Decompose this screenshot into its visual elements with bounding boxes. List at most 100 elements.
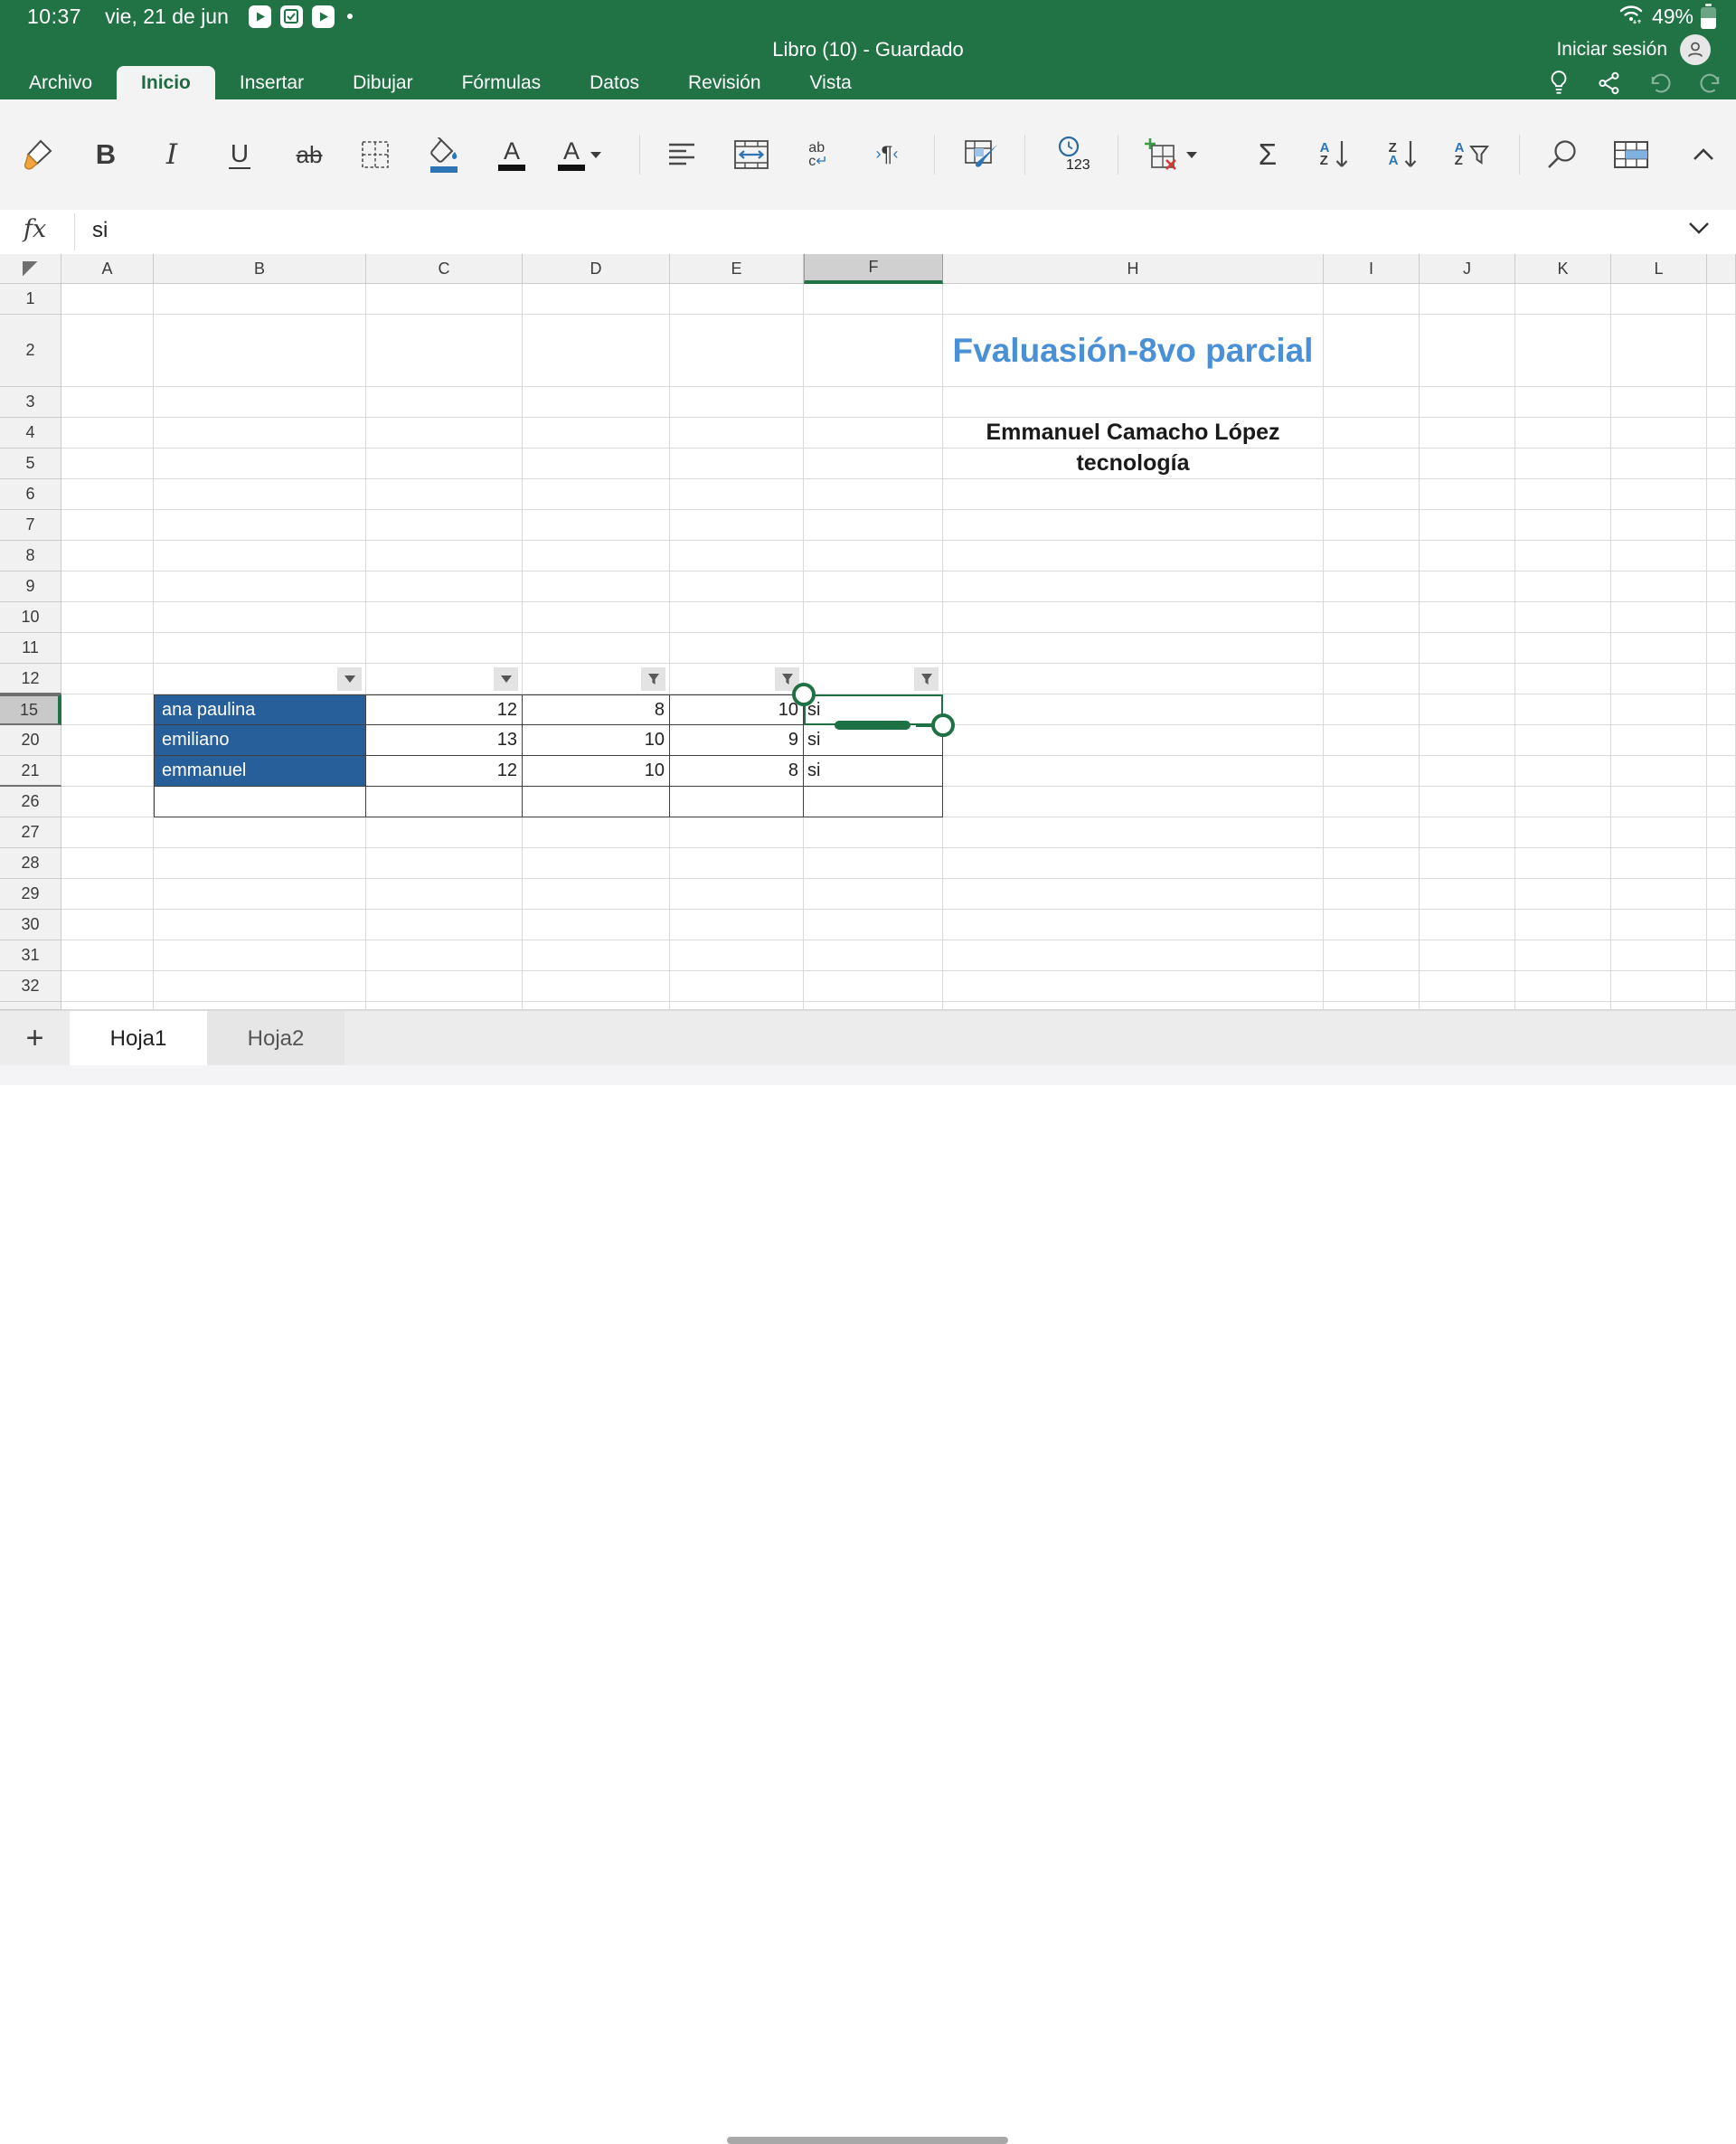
cell-H27[interactable] (943, 817, 1324, 848)
cell-B11[interactable] (154, 633, 366, 664)
filter-button-B[interactable] (337, 667, 362, 691)
cell-K27[interactable] (1515, 817, 1611, 848)
share-icon[interactable] (1584, 66, 1635, 99)
cell-A8[interactable] (61, 541, 154, 571)
cell-C15[interactable]: 12 (366, 694, 523, 725)
row-header-10[interactable]: 10 (0, 602, 61, 633)
cell-L29[interactable] (1611, 879, 1707, 910)
cell-B28[interactable] (154, 848, 366, 879)
cell-edge12[interactable] (1707, 664, 1736, 694)
cell-E27[interactable] (670, 817, 804, 848)
filter-button-C[interactable] (494, 667, 518, 691)
cell-B9[interactable] (154, 571, 366, 602)
sort-descending-button[interactable]: ZA (1378, 121, 1429, 188)
tab-revision[interactable]: Revisión (664, 66, 786, 99)
cell-F4[interactable] (804, 418, 943, 449)
cell-L1[interactable] (1611, 284, 1707, 315)
cell-C11[interactable] (366, 633, 523, 664)
cell-F8[interactable] (804, 541, 943, 571)
col-header-L[interactable]: L (1611, 254, 1707, 284)
cell-L9[interactable] (1611, 571, 1707, 602)
cell-B4[interactable] (154, 418, 366, 449)
cell-F6[interactable] (804, 479, 943, 510)
cell-K11[interactable] (1515, 633, 1611, 664)
cell-D21[interactable]: 10 (523, 756, 670, 787)
cell-J12[interactable] (1420, 664, 1515, 694)
row-header-7[interactable]: 7 (0, 510, 61, 541)
cell-L20[interactable] (1611, 725, 1707, 756)
row-header-15[interactable]: 15 (0, 694, 61, 725)
cell-D8[interactable] (523, 541, 670, 571)
cell-K2[interactable] (1515, 315, 1611, 387)
cell-J20[interactable] (1420, 725, 1515, 756)
cell-A31[interactable] (61, 940, 154, 971)
cell-E28[interactable] (670, 848, 804, 879)
cell-edge1[interactable] (1707, 284, 1736, 315)
cell-I9[interactable] (1324, 571, 1420, 602)
cell-F30[interactable] (804, 910, 943, 940)
cell-L27[interactable] (1611, 817, 1707, 848)
tab-insertar[interactable]: Insertar (215, 66, 328, 99)
row-header-9[interactable]: 9 (0, 571, 61, 602)
row-header-2[interactable]: 2 (0, 315, 61, 387)
cell-J7[interactable] (1420, 510, 1515, 541)
cell-B6[interactable] (154, 479, 366, 510)
cell-edge4[interactable] (1707, 418, 1736, 449)
cell-A27[interactable] (61, 817, 154, 848)
cell-J28[interactable] (1420, 848, 1515, 879)
cell-J2[interactable] (1420, 315, 1515, 387)
cell-H8[interactable] (943, 541, 1324, 571)
cell-K15[interactable] (1515, 694, 1611, 725)
cell-F11[interactable] (804, 633, 943, 664)
cell-edge32[interactable] (1707, 971, 1736, 1002)
strikethrough-button[interactable]: ab (284, 121, 335, 188)
cell-E32[interactable] (670, 971, 804, 1002)
cell-D2[interactable] (523, 315, 670, 387)
cell-F3[interactable] (804, 387, 943, 418)
cell-B31[interactable] (154, 940, 366, 971)
row-header-31[interactable]: 31 (0, 940, 61, 971)
ideas-lightbulb-icon[interactable] (1533, 66, 1584, 99)
cell-D9[interactable] (523, 571, 670, 602)
cell-H6[interactable] (943, 479, 1324, 510)
row-header-21[interactable]: 21 (0, 756, 61, 787)
cell-I4[interactable] (1324, 418, 1420, 449)
cell-B32[interactable] (154, 971, 366, 1002)
cell-C8[interactable] (366, 541, 523, 571)
merge-center-button[interactable] (726, 121, 777, 188)
cell-L7[interactable] (1611, 510, 1707, 541)
format-painter-button[interactable] (14, 121, 64, 188)
avatar[interactable] (1680, 34, 1711, 65)
wrap-text-button[interactable]: ab c↵ (793, 121, 844, 188)
cell-A1[interactable] (61, 284, 154, 315)
cell-E8[interactable] (670, 541, 804, 571)
cell-edge10[interactable] (1707, 602, 1736, 633)
cell-H4[interactable]: Emmanuel Camacho López (943, 418, 1324, 449)
sheet-tab-hoja1[interactable]: Hoja1 (70, 1011, 207, 1066)
cell-J15[interactable] (1420, 694, 1515, 725)
cell-H2[interactable]: Fvaluasión-8vo parcial (943, 315, 1324, 387)
cell-I2[interactable] (1324, 315, 1420, 387)
cell-J1[interactable] (1420, 284, 1515, 315)
cell-E6[interactable] (670, 479, 804, 510)
cell-D5[interactable] (523, 449, 670, 479)
cell-H12[interactable] (943, 664, 1324, 694)
cell-D3[interactable] (523, 387, 670, 418)
collapse-ribbon-button[interactable] (1678, 121, 1729, 188)
cell-D11[interactable] (523, 633, 670, 664)
cell-D4[interactable] (523, 418, 670, 449)
cell-C28[interactable] (366, 848, 523, 879)
cell-A29[interactable] (61, 879, 154, 910)
cell-J11[interactable] (1420, 633, 1515, 664)
selection-handle-bottom-right[interactable] (931, 713, 955, 737)
cell-C27[interactable] (366, 817, 523, 848)
cell-A21[interactable] (61, 756, 154, 787)
row-header-4[interactable]: 4 (0, 418, 61, 449)
underline-button[interactable]: U (214, 121, 265, 188)
cell-I10[interactable] (1324, 602, 1420, 633)
cell-L10[interactable] (1611, 602, 1707, 633)
cell-H10[interactable] (943, 602, 1324, 633)
cell-F7[interactable] (804, 510, 943, 541)
cell-D1[interactable] (523, 284, 670, 315)
tab-datos[interactable]: Datos (565, 66, 664, 99)
